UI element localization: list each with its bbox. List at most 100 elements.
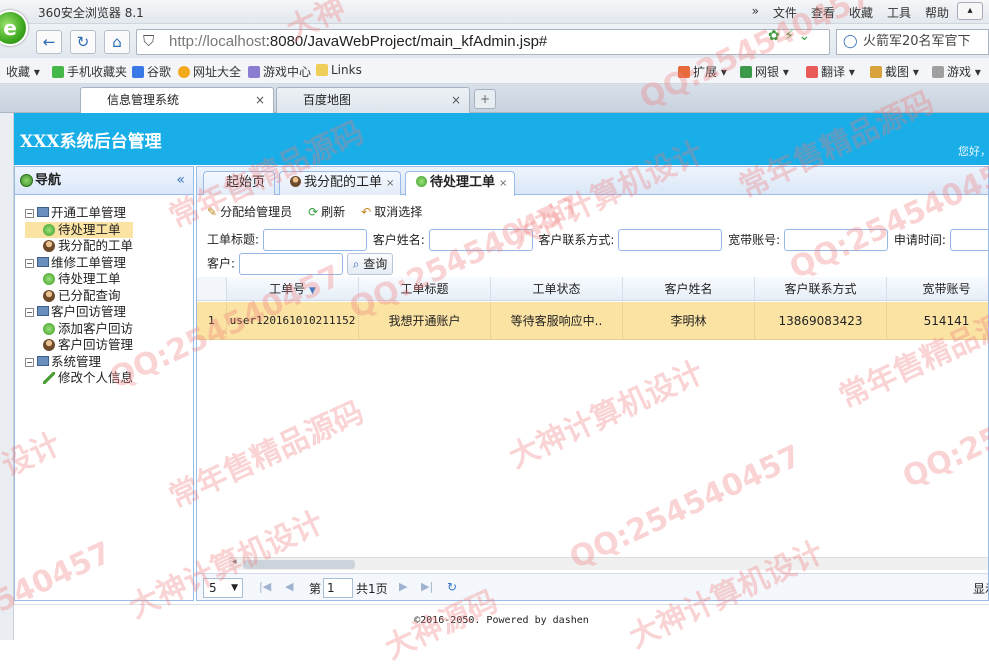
extension-icon <box>678 66 690 78</box>
folder-icon <box>316 64 328 76</box>
query-button[interactable]: ⌕ 查询 <box>346 253 394 275</box>
broadband-input[interactable] <box>783 229 888 251</box>
browser-tab-baidu-map[interactable]: 百度地图 × <box>276 87 470 113</box>
col-header-cust-contact[interactable]: 客户联系方式 <box>755 277 887 300</box>
reload-icon[interactable]: ↻ <box>447 580 457 594</box>
nav-group-system[interactable]: − 系统管理 <box>25 354 133 371</box>
menu-tools[interactable]: 工具 <box>887 4 911 21</box>
customer-input[interactable] <box>238 253 343 275</box>
nav-item-visit-management[interactable]: 客户回访管理 <box>25 337 133 354</box>
prev-page-icon[interactable]: ◀ <box>285 580 293 593</box>
collapse-toggle-icon[interactable]: − <box>25 209 34 218</box>
edit-icon: ✎ <box>207 205 218 219</box>
bookmark-google[interactable]: 谷歌 <box>132 63 171 80</box>
home-icon[interactable]: ⌂ <box>104 30 130 54</box>
refresh-button[interactable]: ⟳ 刷新 <box>308 203 345 220</box>
translate-icon <box>806 66 818 78</box>
cell-order-no: user120161010211152 <box>227 302 359 339</box>
nav-group-repair-orders[interactable]: − 维修工单管理 <box>25 255 133 272</box>
content-tabs: 起始页 我分配的工单 × 待处理工单 × <box>197 167 988 196</box>
menu-favorites[interactable]: 收藏 <box>849 4 873 21</box>
bookmark-mobile[interactable]: 手机收藏夹 <box>52 63 127 80</box>
col-header-status[interactable]: 工单状态 <box>491 277 623 300</box>
back-icon[interactable]: ← <box>36 30 62 54</box>
table-row[interactable]: 1 user120161010211152 我想开通账户 等待客服响应中.. 李… <box>197 302 988 340</box>
title-label: 工单标题: <box>207 232 260 247</box>
ext-games[interactable]: 游戏 ▾ <box>932 63 981 80</box>
nav-item-edit-profile[interactable]: 修改个人信息 <box>25 370 133 387</box>
nav-item-repair-pending[interactable]: 待处理工单 <box>25 271 133 288</box>
col-header-title[interactable]: 工单标题 <box>359 277 491 300</box>
cancel-select-button[interactable]: ↶ 取消选择 <box>361 203 422 220</box>
bookmark-links[interactable]: Links <box>316 63 362 77</box>
nav-item-my-assigned[interactable]: 我分配的工单 <box>25 238 133 255</box>
collapse-toggle-icon[interactable]: − <box>25 308 34 317</box>
nav-item-assigned-query[interactable]: 已分配查询 <box>25 288 133 305</box>
ext-extensions[interactable]: 扩展 ▾ <box>678 63 727 80</box>
collapse-icon[interactable]: « <box>176 167 185 194</box>
title-input[interactable] <box>262 229 367 251</box>
nav-group-customer-visits[interactable]: − 客户回访管理 <box>25 304 133 321</box>
window-skin-button[interactable]: ▴ <box>957 2 983 20</box>
add-circle-icon <box>43 223 55 236</box>
pagination: 5▼ |◀ ◀ 第 1 共1页 ▶ ▶| ↻ 显示 <box>197 573 988 600</box>
collapse-toggle-icon[interactable]: − <box>25 258 34 268</box>
nav-header: 导航 « <box>15 167 193 195</box>
tab-pending-orders[interactable]: 待处理工单 × <box>405 171 515 196</box>
close-icon[interactable]: × <box>255 88 265 112</box>
cell-cust-contact: 13869083423 <box>755 302 887 339</box>
last-page-icon[interactable]: ▶| <box>421 580 433 593</box>
col-header-cust-name[interactable]: 客户姓名 <box>623 277 755 300</box>
col-header-broadband[interactable]: 宽带账号 <box>887 277 988 300</box>
horizontal-scrollbar[interactable]: ◂ <box>229 557 988 570</box>
nav-item-pending-orders[interactable]: 待处理工单 <box>25 221 134 238</box>
search-input[interactable]: ◯ 火箭军20名军官下 <box>836 29 989 55</box>
filter-row-1: 工单标题: 客户姓名: 客户联系方式: 宽带账号: 申请时间: <box>207 229 988 251</box>
search-icon: ⌕ <box>352 257 364 271</box>
ext-screenshot[interactable]: 截图 ▾ <box>870 63 919 80</box>
tab-start-page[interactable]: 起始页 <box>203 171 275 195</box>
tab-my-assigned[interactable]: 我分配的工单 × <box>279 171 401 195</box>
page-size-select[interactable]: 5 ▼ <box>203 578 243 598</box>
url-input[interactable]: ⛉ http://localhost:8080/JavaWebProject/ma… <box>136 29 830 55</box>
bookmark-hao[interactable]: 网址大全 <box>178 63 241 80</box>
cust-name-input[interactable] <box>428 229 533 251</box>
nav-group-open-orders[interactable]: − 开通工单管理 <box>25 205 133 222</box>
menu-file[interactable]: 文件 <box>773 4 797 21</box>
url-action-icons[interactable]: ✿ ⚡ ⌄ <box>768 28 810 44</box>
menu-more[interactable]: » <box>752 4 759 21</box>
menu-help[interactable]: 帮助 <box>925 4 949 21</box>
browser-titlebar: 360安全浏览器 8.1 » 文件 查看 收藏 工具 帮助 ▴ <box>0 0 989 24</box>
user-icon <box>43 339 55 351</box>
grid-toolbar: ✎ 分配给管理员 ⟳ 刷新 ↶ 取消选择 <box>207 203 422 220</box>
cust-name-label: 客户姓名: <box>372 232 425 247</box>
collapse-toggle-icon[interactable]: − <box>25 357 34 367</box>
scrollbar-thumb[interactable] <box>243 560 355 569</box>
page-number-input[interactable]: 1 <box>323 578 353 598</box>
add-circle-icon <box>416 176 427 187</box>
first-page-icon[interactable]: |◀ <box>259 580 271 593</box>
ext-translate[interactable]: 翻译 ▾ <box>806 63 855 80</box>
monitor-icon <box>37 256 49 267</box>
nav-item-add-visit[interactable]: 添加客户回访 <box>25 321 133 338</box>
refresh-icon[interactable]: ↻ <box>70 30 96 54</box>
assign-admin-button[interactable]: ✎ 分配给管理员 <box>207 203 292 220</box>
col-header-order-no[interactable]: 工单号 ▼ <box>227 277 359 300</box>
ext-bank[interactable]: 网银 ▾ <box>740 63 789 80</box>
menu-view[interactable]: 查看 <box>811 4 835 21</box>
scroll-left-icon[interactable]: ◂ <box>232 557 237 567</box>
close-icon[interactable]: × <box>451 88 461 112</box>
next-page-icon[interactable]: ▶ <box>399 580 407 593</box>
monitor-icon <box>37 355 49 366</box>
apply-time-input[interactable] <box>949 229 988 251</box>
browser-tab-info-system[interactable]: 信息管理系统 × <box>80 87 274 113</box>
url-path: :8080/JavaWebProject/main_kfAdmin.jsp# <box>265 33 548 50</box>
cust-contact-input[interactable] <box>618 229 723 251</box>
bookmark-games[interactable]: 游戏中心 <box>248 63 311 80</box>
greeting: 您好， <box>958 145 989 158</box>
close-icon[interactable]: × <box>386 178 394 189</box>
new-tab-button[interactable]: + <box>474 89 496 109</box>
undo-icon: ↶ <box>361 205 372 219</box>
bookmark-favorites[interactable]: 收藏 ▾ <box>6 63 40 80</box>
close-icon[interactable]: × <box>499 178 507 189</box>
